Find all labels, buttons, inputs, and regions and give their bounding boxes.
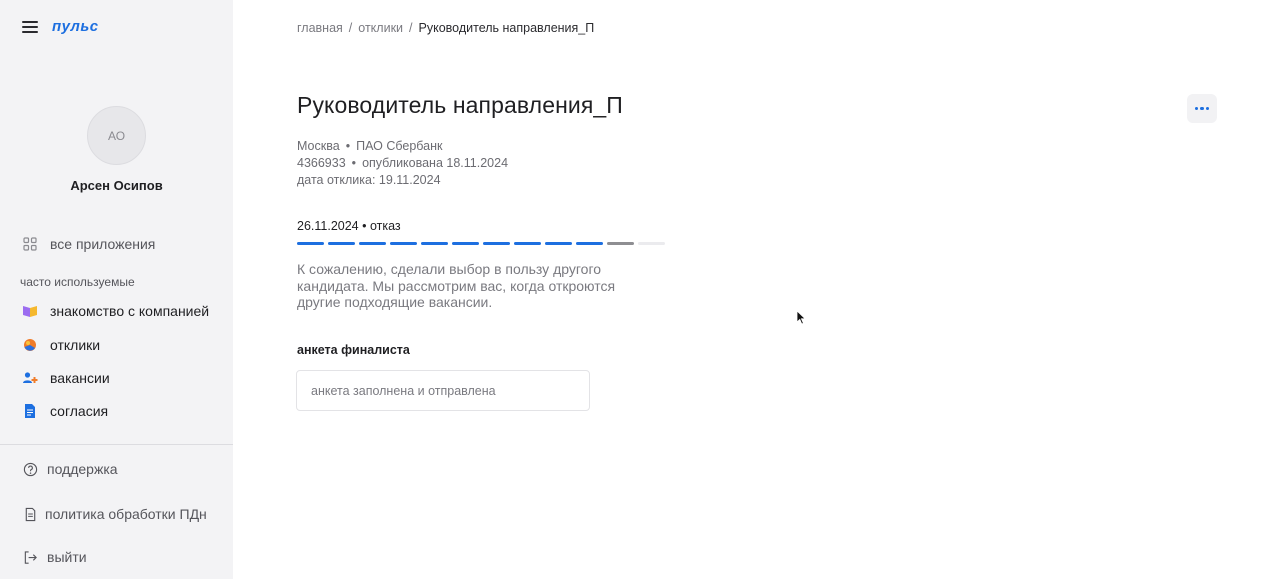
sidebar-item-privacy[interactable]: политика обработки ПДн: [22, 506, 207, 522]
vacancy-company: ПАО Сбербанк: [356, 139, 443, 153]
sidebar-item-label: поддержка: [47, 461, 118, 477]
progress-segment: [638, 242, 665, 245]
finalist-section-title: анкета финалиста: [297, 343, 410, 357]
avatar[interactable]: АО: [87, 106, 146, 165]
sidebar-item-company[interactable]: знакомство с компанией: [22, 303, 209, 319]
sidebar-item-all-apps[interactable]: все приложения: [22, 236, 155, 252]
progress-segment: [359, 242, 386, 245]
finalist-form-status: анкета заполнена и отправлена: [311, 383, 496, 398]
file-icon: [22, 506, 38, 522]
breadcrumb: главная / отклики / Руководитель направл…: [297, 21, 594, 35]
help-circle-icon: [22, 461, 38, 477]
progress-segment: [452, 242, 479, 245]
progress-segment: [576, 242, 603, 245]
logout-icon: [22, 549, 38, 565]
section-label: часто используемые: [20, 275, 135, 289]
progress-segment: [483, 242, 510, 245]
more-dots-icon: [1194, 106, 1199, 111]
progress-segment: [390, 242, 417, 245]
vacancy-published: опубликована 18.11.2024: [362, 156, 509, 170]
sidebar: пульс АО Арсен Осипов все приложения час…: [0, 0, 233, 579]
user-name: Арсен Осипов: [70, 178, 163, 193]
grid-icon: [22, 236, 38, 252]
document-icon: [22, 403, 38, 419]
sidebar-item-support[interactable]: поддержка: [22, 461, 118, 477]
sidebar-item-label: знакомство с компанией: [50, 303, 210, 319]
sidebar-item-label: вакансии: [50, 370, 110, 386]
progress-segment: [514, 242, 541, 245]
finalist-form-card[interactable]: анкета заполнена и отправлена: [296, 370, 590, 411]
vacancy-id: 4366933: [297, 156, 346, 170]
responses-icon: [22, 337, 38, 353]
app-logo[interactable]: пульс: [52, 18, 99, 35]
more-dots-icon: [1205, 106, 1210, 111]
breadcrumb-separator: /: [409, 21, 413, 35]
status-message: К сожалению, сделали выбор в пользу друг…: [297, 261, 616, 310]
status-badge: 26.11.2024 • отказ: [297, 219, 401, 233]
response-date: дата отклика: 19.11.2024: [297, 173, 441, 187]
sidebar-divider: [0, 444, 233, 445]
add-user-icon: [22, 370, 38, 386]
sidebar-item-responses[interactable]: отклики: [22, 337, 100, 353]
sidebar-item-label: политика обработки ПДн: [45, 506, 207, 522]
sidebar-item-agreements[interactable]: согласия: [22, 403, 108, 419]
mouse-cursor-icon: [796, 310, 806, 325]
sidebar-item-label: согласия: [50, 403, 109, 419]
breadcrumb-current: Руководитель направления_П: [418, 21, 595, 35]
progress-segment: [545, 242, 572, 245]
more-options-button[interactable]: [1187, 94, 1217, 123]
progress-segment: [607, 242, 634, 245]
breadcrumb-home[interactable]: главная: [297, 21, 343, 35]
sidebar-item-logout[interactable]: выйти: [22, 549, 87, 565]
book-icon: [22, 303, 38, 319]
vacancy-city: Москва: [297, 139, 340, 153]
vacancy-info: 4366933 • опубликована 18.11.2024: [297, 156, 508, 170]
progress-segment: [297, 242, 324, 245]
vacancy-location: Москва • ПАО Сбербанк: [297, 139, 442, 153]
more-dots-icon: [1200, 106, 1204, 111]
page-title: Руководитель направления_П: [297, 92, 623, 118]
sidebar-header: пульс: [22, 18, 99, 35]
sidebar-item-label: выйти: [47, 549, 87, 565]
meta-separator: •: [351, 156, 357, 170]
menu-icon[interactable]: [22, 20, 38, 33]
sidebar-item-label: все приложения: [50, 236, 156, 252]
progress-segment: [328, 242, 355, 245]
meta-separator: •: [345, 139, 351, 153]
status-progress-bar: [297, 242, 665, 245]
sidebar-item-vacancies[interactable]: вакансии: [22, 370, 110, 386]
progress-segment: [421, 242, 448, 245]
breadcrumb-separator: /: [348, 21, 353, 35]
sidebar-item-label: отклики: [50, 337, 101, 353]
breadcrumb-responses[interactable]: отклики: [358, 21, 403, 35]
